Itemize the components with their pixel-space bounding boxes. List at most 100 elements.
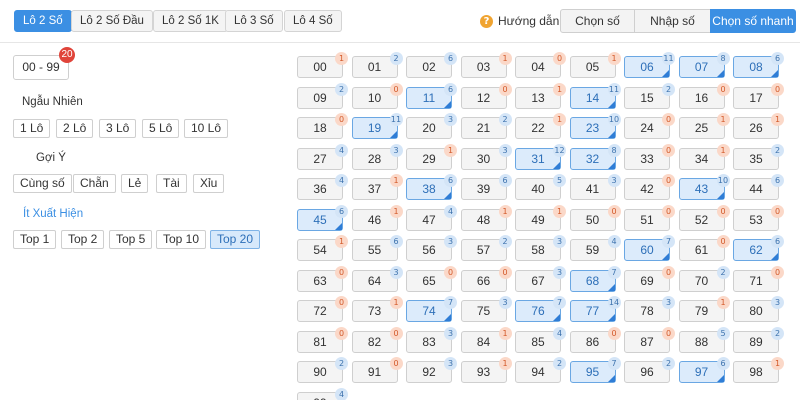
- number-cell[interactable]: 83 3: [406, 326, 457, 353]
- number-cell[interactable]: 11 6: [406, 82, 457, 109]
- rare-top-10-button[interactable]: Top 10: [156, 230, 207, 249]
- number-cell[interactable]: 27 4: [297, 143, 348, 170]
- number-cell[interactable]: 08 6: [733, 52, 784, 78]
- number-cell[interactable]: 05 1: [569, 52, 621, 78]
- number-cell[interactable]: 97 6: [678, 357, 730, 383]
- number-cell[interactable]: 56 3: [406, 235, 457, 261]
- number-cell[interactable]: 90 2: [297, 357, 348, 383]
- tab-lo-3-so[interactable]: Lô 3 Số: [225, 10, 283, 32]
- number-cell[interactable]: 78 3: [624, 296, 675, 322]
- random-2-lo-button[interactable]: 2 Lô: [56, 119, 94, 138]
- number-cell[interactable]: 70 2: [678, 265, 730, 292]
- number-cell[interactable]: 28 3: [351, 143, 403, 170]
- suggest-cung-so-button[interactable]: Cùng số: [13, 174, 72, 193]
- number-cell[interactable]: 88 5: [678, 326, 730, 353]
- number-cell[interactable]: 02 6: [406, 52, 457, 78]
- number-cell[interactable]: 36 4: [297, 174, 348, 200]
- tab-lo-2-so-1k[interactable]: Lô 2 Số 1K: [153, 10, 228, 32]
- random-5-lo-button[interactable]: 5 Lô: [142, 119, 180, 138]
- number-cell[interactable]: 95 7: [569, 357, 621, 383]
- number-cell[interactable]: 48 1: [460, 204, 512, 231]
- number-cell[interactable]: 93 1: [460, 357, 512, 383]
- number-cell[interactable]: 54 1: [297, 235, 348, 261]
- number-cell[interactable]: 17 0: [733, 82, 784, 109]
- number-cell[interactable]: 55 6: [351, 235, 403, 261]
- tab-lo-2-so-dau[interactable]: Lô 2 Số Đầu: [71, 10, 153, 32]
- number-cell[interactable]: 41 3: [569, 174, 621, 200]
- number-cell[interactable]: 30 3: [460, 143, 512, 170]
- number-cell[interactable]: 99 4: [297, 387, 348, 400]
- rare-top-5-button[interactable]: Top 5: [109, 230, 153, 249]
- number-cell[interactable]: 16 0: [678, 82, 730, 109]
- number-cell[interactable]: 92 3: [406, 357, 457, 383]
- number-cell[interactable]: 58 3: [515, 235, 566, 261]
- rare-top-20-button[interactable]: Top 20: [210, 230, 261, 249]
- number-cell[interactable]: 38 6: [406, 174, 457, 200]
- number-cell[interactable]: 52 0: [678, 204, 730, 231]
- number-cell[interactable]: 65 0: [406, 265, 457, 292]
- number-cell[interactable]: 43 10: [678, 174, 730, 200]
- number-cell[interactable]: 29 1: [406, 143, 457, 170]
- number-cell[interactable]: 59 4: [569, 235, 621, 261]
- number-cell[interactable]: 15 2: [624, 82, 675, 109]
- number-cell[interactable]: 40 5: [515, 174, 566, 200]
- number-cell[interactable]: 77 14: [569, 296, 621, 322]
- random-10-lo-button[interactable]: 10 Lô: [184, 119, 229, 138]
- number-cell[interactable]: 34 1: [678, 143, 730, 170]
- number-cell[interactable]: 46 1: [351, 204, 403, 231]
- number-cell[interactable]: 60 7: [624, 235, 675, 261]
- number-cell[interactable]: 32 8: [569, 143, 621, 170]
- number-cell[interactable]: 44 6: [733, 174, 784, 200]
- number-cell[interactable]: 62 6: [733, 235, 784, 261]
- number-cell[interactable]: 35 2: [733, 143, 784, 170]
- number-cell[interactable]: 12 0: [460, 82, 512, 109]
- number-cell[interactable]: 91 0: [351, 357, 403, 383]
- number-cell[interactable]: 66 0: [460, 265, 512, 292]
- number-cell[interactable]: 25 1: [678, 113, 730, 139]
- number-cell[interactable]: 50 0: [569, 204, 621, 231]
- number-cell[interactable]: 85 4: [515, 326, 566, 353]
- number-cell[interactable]: 39 6: [460, 174, 512, 200]
- number-cell[interactable]: 14 11: [569, 82, 621, 109]
- suggest-chan-button[interactable]: Chẵn: [73, 174, 116, 193]
- number-cell[interactable]: 37 1: [351, 174, 403, 200]
- random-3-lo-button[interactable]: 3 Lô: [99, 119, 137, 138]
- number-cell[interactable]: 87 0: [624, 326, 675, 353]
- number-cell[interactable]: 57 2: [460, 235, 512, 261]
- number-cell[interactable]: 45 6: [297, 204, 348, 231]
- number-cell[interactable]: 09 2: [297, 82, 348, 109]
- suggest-le-button[interactable]: Lẻ: [121, 174, 149, 193]
- number-cell[interactable]: 20 3: [406, 113, 457, 139]
- number-cell[interactable]: 67 3: [515, 265, 566, 292]
- rare-top-1-button[interactable]: Top 1: [13, 230, 57, 249]
- number-cell[interactable]: 51 0: [624, 204, 675, 231]
- number-cell[interactable]: 04 0: [515, 52, 566, 78]
- suggest-tai-button[interactable]: Tài: [156, 174, 187, 193]
- number-cell[interactable]: 13 1: [515, 82, 566, 109]
- number-cell[interactable]: 61 0: [678, 235, 730, 261]
- number-cell[interactable]: 89 2: [733, 326, 784, 353]
- number-cell[interactable]: 71 0: [733, 265, 784, 292]
- number-cell[interactable]: 74 7: [406, 296, 457, 322]
- number-cell[interactable]: 18 0: [297, 113, 348, 139]
- tab-lo-4-so[interactable]: Lô 4 Số: [284, 10, 342, 32]
- number-cell[interactable]: 47 4: [406, 204, 457, 231]
- mode-nhap-so[interactable]: Nhập số: [634, 9, 711, 33]
- number-cell[interactable]: 42 0: [624, 174, 675, 200]
- number-cell[interactable]: 73 1: [351, 296, 403, 322]
- number-cell[interactable]: 07 8: [678, 52, 730, 78]
- number-cell[interactable]: 63 0: [297, 265, 348, 292]
- number-cell[interactable]: 19 11: [351, 113, 403, 139]
- number-cell[interactable]: 22 1: [515, 113, 566, 139]
- mode-chon-so-nhanh[interactable]: Chọn số nhanh: [710, 9, 796, 33]
- number-cell[interactable]: 94 2: [515, 357, 566, 383]
- number-cell[interactable]: 82 0: [351, 326, 403, 353]
- number-cell[interactable]: 10 0: [351, 82, 403, 109]
- number-cell[interactable]: 31 12: [515, 143, 566, 170]
- number-cell[interactable]: 76 7: [515, 296, 566, 322]
- help-link[interactable]: ? Hướng dẫn: [480, 11, 559, 31]
- number-cell[interactable]: 79 1: [678, 296, 730, 322]
- number-cell[interactable]: 96 2: [624, 357, 675, 383]
- number-cell[interactable]: 98 1: [733, 357, 784, 383]
- number-cell[interactable]: 01 2: [351, 52, 403, 78]
